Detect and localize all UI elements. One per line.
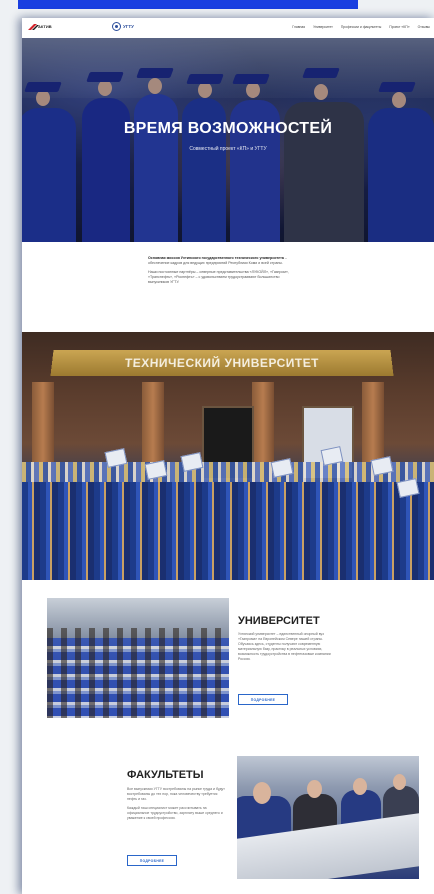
nav-menu: Главная Университет Профессии и факульте…	[292, 25, 430, 29]
nav-link-faculties[interactable]: Профессии и факультеты	[341, 25, 381, 29]
university-emblem-icon	[112, 22, 121, 31]
logo-wordmark[interactable]: АКТИВ	[38, 24, 52, 29]
student-face	[353, 778, 367, 795]
faculties-section-text: Все выпускники УГТУ востребованы на рынк…	[127, 787, 227, 825]
top-link-bar[interactable]	[18, 0, 358, 9]
faculties-paragraph: Каждый наш специалист может рассчитывать…	[127, 806, 223, 820]
mission-lead: Основная миссия Ухтинского государственн…	[148, 256, 284, 260]
lecture-hall-photo	[47, 598, 229, 718]
mission-paragraph: Основная миссия Ухтинского государственн…	[148, 256, 294, 266]
university-logo-text: УГТУ	[123, 24, 134, 29]
university-logo[interactable]: УГТУ	[112, 22, 134, 31]
university-section-text: Ухтинский университет – единственный опо…	[238, 632, 331, 661]
students-at-desk-photo	[237, 756, 419, 879]
hero-banner: ВРЕМЯ ВОЗМОЖНОСТЕЙ Совместный проект «КП…	[22, 38, 434, 242]
students-group-photo: ТЕХНИЧЕСКИЙ УНИВЕРСИТЕТ	[22, 332, 434, 580]
lecture-hall-students	[47, 628, 229, 718]
hero-subtitle: Совместный проект «КП» и УГТУ	[189, 146, 267, 152]
hero-title: ВРЕМЯ ВОЗМОЖНОСТЕЙ	[123, 120, 333, 137]
faculties-section-title: ФАКУЛЬТЕТЫ	[127, 769, 204, 781]
student-face	[393, 774, 406, 790]
partners-paragraph: Наши постоянные партнёры – северные пред…	[148, 270, 289, 284]
landing-page: АКТИВ УГТУ Главная Университет Профессии…	[22, 18, 434, 894]
nav-link-home[interactable]: Главная	[292, 25, 305, 29]
student-face	[307, 780, 322, 798]
navbar: АКТИВ УГТУ Главная Университет Профессии…	[22, 18, 434, 39]
faculties-paragraph: Все выпускники УГТУ востребованы на рынк…	[127, 787, 225, 801]
nav-link-university[interactable]: Университет	[313, 25, 333, 29]
student-face	[253, 782, 271, 804]
nav-link-reviews[interactable]: Отзывы	[418, 25, 430, 29]
university-sign-text: ТЕХНИЧЕСКИЙ УНИВЕРСИТЕТ	[124, 356, 320, 370]
university-sign: ТЕХНИЧЕСКИЙ УНИВЕРСИТЕТ	[50, 350, 394, 376]
university-section-title: УНИВЕРСИТЕТ	[238, 615, 320, 627]
faculties-more-button[interactable]: ПОДРОБНЕЕ	[127, 855, 177, 866]
hero-overlay	[22, 38, 434, 242]
mission-text: Основная миссия Ухтинского государственн…	[148, 256, 294, 289]
nav-link-project[interactable]: Проект «КП»	[389, 25, 409, 29]
university-more-button[interactable]: ПОДРОБНЕЕ	[238, 694, 288, 705]
crowd-front-rows	[22, 482, 434, 580]
